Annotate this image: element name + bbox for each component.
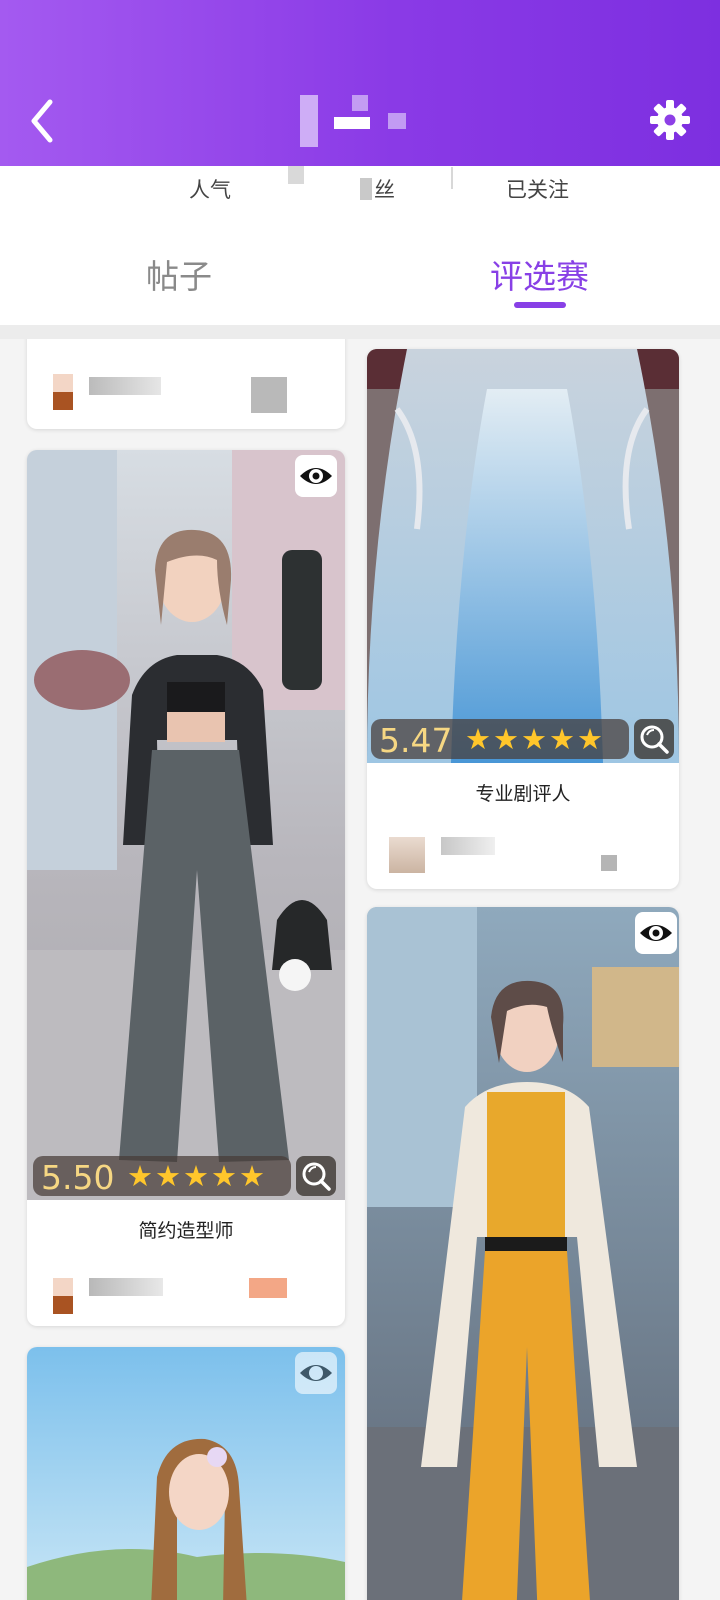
chevron-left-icon[interactable] (24, 96, 64, 146)
popularity-label: 人气 (189, 178, 231, 202)
outfit-image[interactable] (367, 907, 679, 1600)
tab-posts[interactable]: 帖子 (146, 250, 212, 298)
eye-icon[interactable] (295, 455, 337, 497)
zoom-icon[interactable] (634, 719, 674, 759)
like-count-blurred (251, 377, 287, 413)
rating-stars: ★★★★★ (465, 722, 605, 756)
avatar (53, 374, 73, 392)
avatar (53, 1278, 73, 1296)
like-count-blurred (249, 1278, 287, 1298)
rating-score: 5.50 (41, 1158, 115, 1197)
post-card[interactable]: 5.50 ★★★★★ 简约造型师 (27, 450, 345, 1326)
card-caption: 专业剧评人 (475, 783, 571, 805)
post-card[interactable] (367, 907, 679, 1600)
blur-block (288, 164, 304, 184)
avatar (53, 1296, 73, 1314)
like-count-blurred (601, 855, 617, 871)
rating-score: 5.47 (379, 721, 453, 760)
rating-stars: ★★★★★ (127, 1159, 267, 1193)
stat-divider (451, 167, 453, 189)
fans-label: 丝 (374, 178, 395, 202)
contest-feed[interactable]: 5.50 ★★★★★ 简约造型师 5.47 ★★★★★ 专业剧评人 (0, 339, 720, 1600)
post-card[interactable] (27, 339, 345, 429)
top-app-bar (0, 0, 720, 166)
profile-name-blurred (300, 95, 420, 147)
outfit-image[interactable] (367, 349, 679, 763)
rating-bar: 5.47 ★★★★★ (371, 719, 629, 760)
author-name-blurred (89, 1278, 163, 1296)
author-name-blurred (89, 377, 161, 395)
post-card[interactable]: 5.47 ★★★★★ 专业剧评人 (367, 349, 679, 889)
tab-contest[interactable]: 评选赛 (490, 250, 589, 298)
section-divider (0, 325, 720, 340)
avatar (389, 837, 425, 873)
zoom-icon[interactable] (296, 1156, 336, 1196)
rating-bar: 5.50 ★★★★★ (33, 1156, 291, 1197)
outfit-image[interactable] (27, 450, 345, 1200)
gear-icon[interactable] (648, 98, 692, 142)
eye-icon[interactable] (635, 912, 677, 954)
active-tab-indicator (514, 302, 566, 308)
avatar (53, 392, 73, 410)
post-card[interactable] (27, 1347, 345, 1600)
blur-block (360, 178, 372, 200)
eye-icon[interactable] (295, 1352, 337, 1394)
following-label: 已关注 (506, 178, 569, 202)
author-name-blurred (441, 837, 495, 855)
card-caption: 简约造型师 (138, 1220, 234, 1242)
